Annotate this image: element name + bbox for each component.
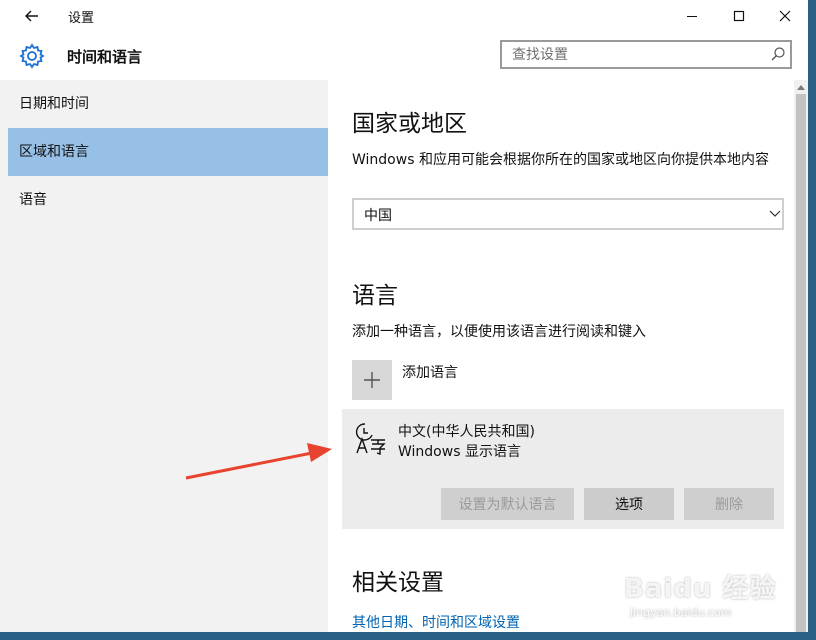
search-icon[interactable]: [770, 46, 786, 62]
maximize-icon: [733, 10, 745, 22]
plus-icon-box: [352, 360, 392, 400]
sidebar-item-speech[interactable]: 语音: [8, 176, 328, 224]
language-icon: [355, 423, 386, 455]
sidebar: 日期和时间 区域和语言 语音: [0, 80, 328, 632]
sidebar-item-date-time[interactable]: 日期和时间: [8, 80, 328, 128]
chevron-down-icon: [769, 210, 781, 217]
language-description: 添加一种语言，以便使用该语言进行阅读和键入: [352, 324, 646, 340]
minimize-icon: [687, 16, 697, 17]
back-arrow-icon: [25, 10, 38, 22]
settings-header: 时间和语言: [0, 32, 808, 80]
minimize-button[interactable]: [669, 0, 715, 32]
region-select[interactable]: 中国: [352, 198, 784, 230]
scroll-up-icon[interactable]: [797, 84, 805, 90]
add-language-button[interactable]: 添加语言: [352, 360, 552, 400]
language-subtitle: Windows 显示语言: [398, 444, 521, 460]
title-bar: 设置: [0, 0, 808, 32]
language-heading: 语言: [352, 283, 398, 309]
set-default-language-button[interactable]: 设置为默认语言: [441, 488, 574, 520]
scrollbar[interactable]: [794, 80, 808, 632]
search-box[interactable]: [500, 40, 792, 69]
language-name: 中文(中华人民共和国): [398, 424, 535, 440]
options-button[interactable]: 选项: [584, 488, 674, 520]
plus-icon: [364, 372, 380, 388]
settings-window: 设置 时间和语言 查找设置 日期和时间 区域和语言 语音 国家或地区 Windo…: [0, 0, 808, 632]
close-button[interactable]: [762, 0, 808, 32]
sidebar-item-region-language[interactable]: 区域和语言: [8, 128, 328, 176]
region-heading: 国家或地区: [352, 111, 467, 137]
add-language-label: 添加语言: [402, 365, 458, 381]
back-button[interactable]: [18, 4, 46, 28]
search-input[interactable]: [502, 42, 757, 67]
region-select-value: 中国: [364, 208, 392, 224]
page-title: 时间和语言: [67, 48, 143, 66]
desktop-background-bottom: [0, 632, 816, 640]
main-content: 国家或地区 Windows 和应用可能会根据你所在的国家或地区向你提供本地内容 …: [328, 80, 794, 632]
maximize-button[interactable]: [716, 0, 762, 32]
related-settings-heading: 相关设置: [352, 570, 444, 596]
scroll-thumb[interactable]: [796, 94, 806, 632]
gear-icon: [19, 43, 45, 69]
window-title: 设置: [68, 11, 95, 26]
language-card[interactable]: 中文(中华人民共和国) Windows 显示语言 设置为默认语言 选项 删除: [342, 409, 784, 529]
close-icon: [779, 10, 791, 22]
related-settings-link[interactable]: 其他日期、时间和区域设置: [352, 612, 520, 632]
region-description: Windows 和应用可能会根据你所在的国家或地区向你提供本地内容: [352, 152, 769, 168]
desktop-background: [808, 0, 816, 640]
remove-button[interactable]: 删除: [684, 488, 774, 520]
